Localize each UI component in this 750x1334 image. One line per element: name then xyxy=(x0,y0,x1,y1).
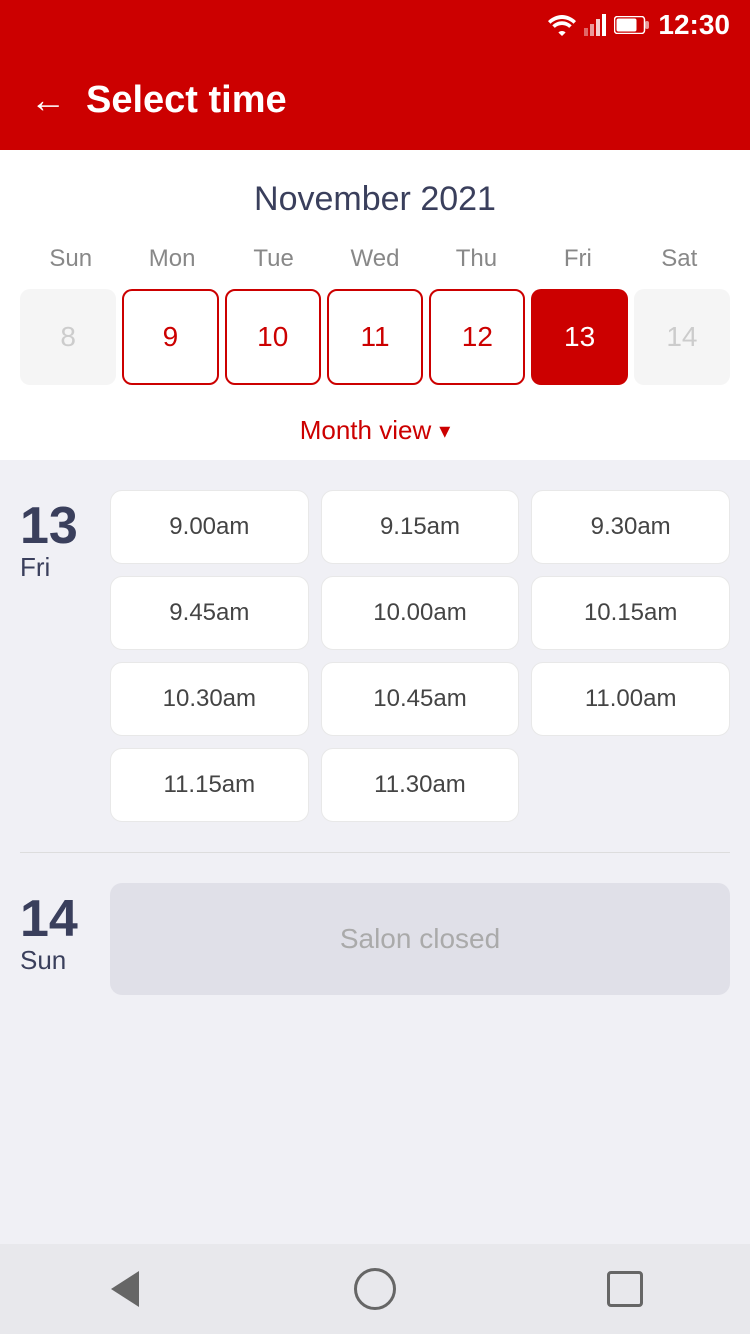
section-divider xyxy=(20,852,730,853)
day-cell-11[interactable]: 11 xyxy=(327,289,423,385)
day-cell-8[interactable]: 8 xyxy=(20,289,116,385)
day-cell-14[interactable]: 14 xyxy=(634,289,730,385)
chevron-down-icon: ▾ xyxy=(439,418,450,444)
time-slot-1115[interactable]: 11.15am xyxy=(110,748,309,822)
signal-icon xyxy=(584,14,606,36)
nav-back-button[interactable] xyxy=(95,1259,155,1319)
time-slot-1015[interactable]: 10.15am xyxy=(531,576,730,650)
time-slot-1130[interactable]: 11.30am xyxy=(321,748,520,822)
month-view-label: Month view xyxy=(300,415,432,446)
day-label-13: 13 Fri xyxy=(20,490,90,822)
day-cell-13[interactable]: 13 xyxy=(531,289,627,385)
day-label-14: 14 Sun xyxy=(20,883,90,995)
time-slot-915[interactable]: 9.15am xyxy=(321,490,520,564)
salon-closed-label: Salon closed xyxy=(340,923,500,955)
time-slot-1100[interactable]: 11.00am xyxy=(531,662,730,736)
day-name-14: Sun xyxy=(20,945,66,976)
time-slot-900[interactable]: 9.00am xyxy=(110,490,309,564)
month-year-label: November 2021 xyxy=(20,180,730,219)
page-title: Select time xyxy=(86,79,287,122)
time-slot-945[interactable]: 9.45am xyxy=(110,576,309,650)
weekdays-row: Sun Mon Tue Wed Thu Fri Sat xyxy=(20,239,730,279)
nav-home-button[interactable] xyxy=(345,1259,405,1319)
time-grid-13: 9.00am 9.15am 9.30am 9.45am 10.00am 10.1… xyxy=(110,490,730,822)
time-slot-1000[interactable]: 10.00am xyxy=(321,576,520,650)
weekday-wed: Wed xyxy=(324,239,425,279)
weekday-tue: Tue xyxy=(223,239,324,279)
weekday-fri: Fri xyxy=(527,239,628,279)
time-slot-930[interactable]: 9.30am xyxy=(531,490,730,564)
status-bar: 12:30 xyxy=(0,0,750,50)
weekday-thu: Thu xyxy=(426,239,527,279)
day-block-14: 14 Sun Salon closed xyxy=(20,883,730,995)
salon-closed-card: Salon closed xyxy=(110,883,730,995)
day-cell-9[interactable]: 9 xyxy=(122,289,218,385)
day-name-13: Fri xyxy=(20,552,50,583)
day-cell-10[interactable]: 10 xyxy=(225,289,321,385)
wifi-icon xyxy=(548,14,576,36)
back-button[interactable]: ← xyxy=(30,79,66,121)
day-number-13: 13 xyxy=(20,500,78,552)
calendar-section: November 2021 Sun Mon Tue Wed Thu Fri Sa… xyxy=(0,150,750,460)
day-block-13: 13 Fri 9.00am 9.15am 9.30am 9.45am 10.00… xyxy=(20,490,730,822)
weekday-sat: Sat xyxy=(629,239,730,279)
days-row: 8 9 10 11 12 13 14 xyxy=(20,289,730,385)
time-slot-1030[interactable]: 10.30am xyxy=(110,662,309,736)
status-time: 12:30 xyxy=(658,9,730,41)
nav-bar xyxy=(0,1244,750,1334)
weekday-sun: Sun xyxy=(20,239,121,279)
day-number-14: 14 xyxy=(20,893,78,945)
time-slots-section: 13 Fri 9.00am 9.15am 9.30am 9.45am 10.00… xyxy=(0,460,750,1155)
battery-icon xyxy=(614,16,650,34)
month-view-toggle[interactable]: Month view ▾ xyxy=(20,401,730,460)
time-slot-1045[interactable]: 10.45am xyxy=(321,662,520,736)
day-cell-12[interactable]: 12 xyxy=(429,289,525,385)
status-icons: 12:30 xyxy=(548,9,730,41)
app-header: ← Select time xyxy=(0,50,750,150)
weekday-mon: Mon xyxy=(121,239,222,279)
nav-recents-button[interactable] xyxy=(595,1259,655,1319)
